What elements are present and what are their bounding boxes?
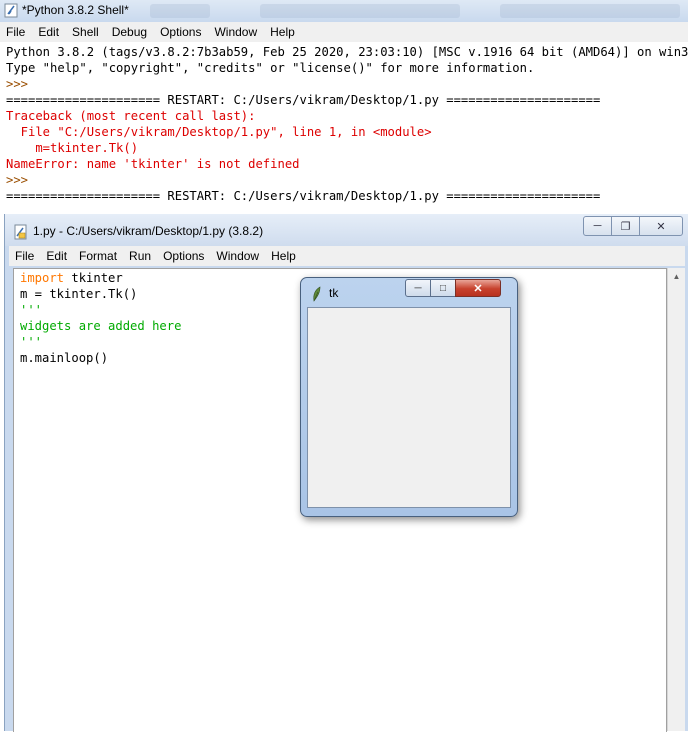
tk-window-title[interactable]: tk [329, 286, 338, 300]
code-line: m = tkinter.Tk() [20, 287, 138, 301]
code-string-line: widgets are added here [20, 319, 182, 333]
editor-menu-window[interactable]: Window [210, 249, 265, 263]
editor-maximize-button[interactable]: ❐ [611, 216, 640, 236]
shell-title-bar[interactable]: *Python 3.8.2 Shell* [0, 0, 688, 22]
editor-menu-bar: File Edit Format Run Options Window Help [9, 246, 685, 266]
shell-restart-line: ===================== RESTART: C:/Users/… [6, 189, 601, 203]
shell-menu-bar: File Edit Shell Debug Options Window Hel… [0, 22, 688, 42]
tk-window-controls: ─ □ ✕ [405, 279, 501, 297]
code-text: tkinter [64, 271, 123, 285]
shell-traceback-line: Traceback (most recent call last): [6, 109, 256, 123]
shell-prompt: >>> [6, 173, 36, 187]
shell-prompt: >>> [6, 77, 36, 91]
maximize-icon: □ [439, 282, 447, 294]
shell-menu-shell[interactable]: Shell [66, 25, 106, 39]
tk-maximize-button[interactable]: □ [430, 279, 456, 297]
editor-title-bar[interactable]: 1.py - C:/Users/vikram/Desktop/1.py (3.8… [5, 214, 688, 246]
code-string-line: ''' [20, 335, 43, 349]
editor-menu-help[interactable]: Help [265, 249, 302, 263]
tk-window-body [307, 307, 511, 508]
background-ghost [500, 4, 680, 18]
background-ghost [260, 4, 460, 18]
close-icon: ✕ [656, 220, 666, 233]
shell-menu-help[interactable]: Help [264, 25, 302, 39]
shell-line: Python 3.8.2 (tags/v3.8.2:7b3ab59, Feb 2… [6, 45, 688, 59]
background-ghost [150, 4, 210, 18]
shell-menu-window[interactable]: Window [208, 25, 264, 39]
shell-error-line: NameError: name 'tkinter' is not defined [6, 157, 300, 171]
shell-menu-file[interactable]: File [0, 25, 32, 39]
shell-output[interactable]: Python 3.8.2 (tags/v3.8.2:7b3ab59, Feb 2… [0, 42, 688, 212]
editor-menu-edit[interactable]: Edit [40, 249, 73, 263]
editor-title: 1.py - C:/Users/vikram/Desktop/1.py (3.8… [33, 224, 264, 238]
shell-traceback-line: File "C:/Users/vikram/Desktop/1.py", lin… [6, 125, 432, 139]
editor-menu-format[interactable]: Format [73, 249, 123, 263]
maximize-icon: ❐ [620, 220, 631, 233]
shell-menu-debug[interactable]: Debug [106, 25, 154, 39]
tk-minimize-button[interactable]: ─ [405, 279, 431, 297]
editor-menu-run[interactable]: Run [123, 249, 157, 263]
minimize-icon: ─ [593, 220, 602, 232]
code-line: m.mainloop() [20, 351, 109, 365]
shell-title: *Python 3.8.2 Shell* [22, 3, 129, 17]
scroll-up-button[interactable]: ▲ [668, 268, 685, 285]
keyword-import: import [20, 271, 65, 285]
code-string-line: ''' [20, 303, 43, 317]
tk-close-button[interactable]: ✕ [455, 279, 501, 297]
python-file-icon [14, 224, 27, 240]
shell-menu-edit[interactable]: Edit [32, 25, 66, 39]
close-icon: ✕ [473, 282, 483, 295]
chevron-up-icon: ▲ [672, 272, 681, 281]
tk-feather-icon [313, 286, 321, 302]
editor-menu-options[interactable]: Options [157, 249, 210, 263]
editor-menu-file[interactable]: File [9, 249, 40, 263]
editor-window-controls: ─ ❐ ✕ [583, 216, 683, 236]
editor-scrollbar[interactable]: ▲ [667, 268, 685, 731]
shell-traceback-line: m=tkinter.Tk() [6, 141, 139, 155]
editor-close-button[interactable]: ✕ [639, 216, 683, 236]
python-feather-icon [4, 3, 18, 18]
editor-minimize-button[interactable]: ─ [583, 216, 612, 236]
tk-window: tk ─ □ ✕ [300, 277, 518, 517]
code-line: import tkinter [20, 270, 123, 286]
shell-menu-options[interactable]: Options [154, 25, 208, 39]
shell-line: Type "help", "copyright", "credits" or "… [6, 61, 535, 75]
shell-restart-line: ===================== RESTART: C:/Users/… [6, 93, 601, 107]
minimize-icon: ─ [414, 282, 422, 294]
